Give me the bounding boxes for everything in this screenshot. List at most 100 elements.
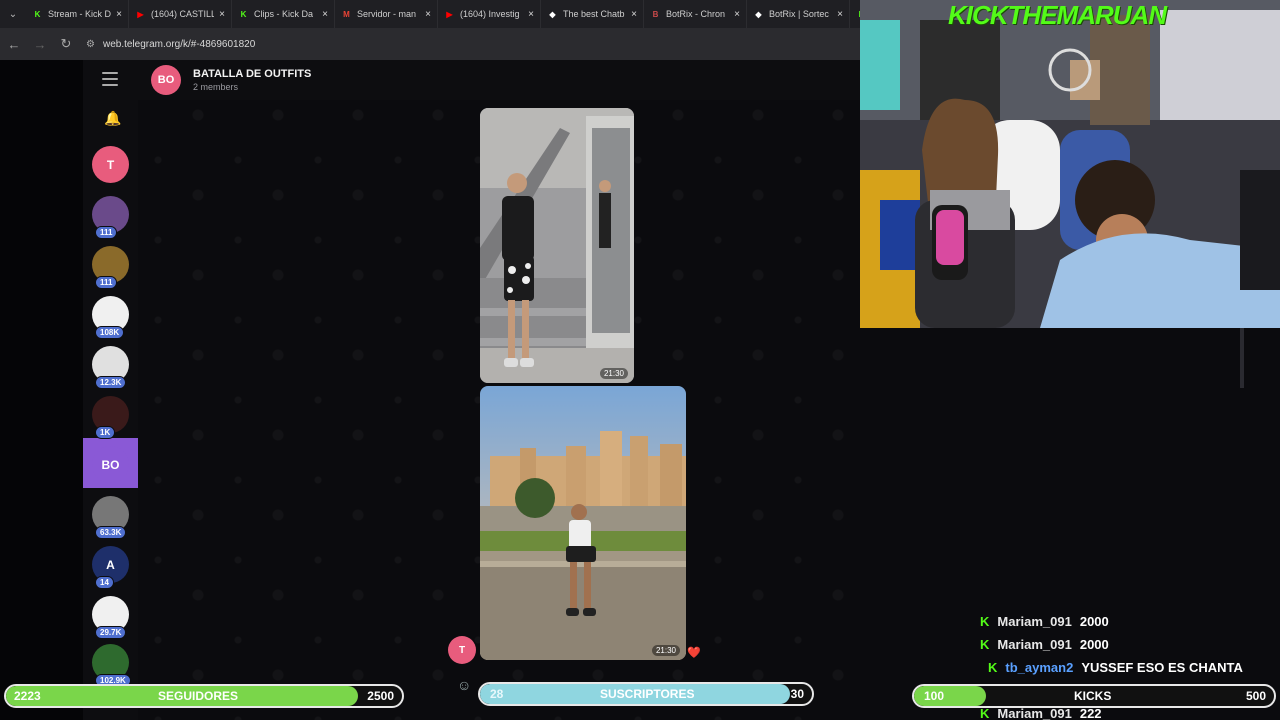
unread-badge: 111 [95,276,118,289]
tab-close-icon[interactable]: × [837,9,843,20]
chat-folder-rail: 🔔 T 111 111 108K 12.3K 1K BO 63.3K A 14 29.7K 102.9… [83,60,138,720]
outfit-photo-stairs [480,108,634,383]
tab-favicon-icon: ▶ [137,9,144,19]
browser-tab[interactable]: B BotRix - Chron × [644,0,747,28]
browser-tab[interactable]: ▶ (1604) Investig × [438,0,541,28]
tab-close-icon[interactable]: × [116,9,122,20]
tab-close-icon[interactable]: × [425,9,431,20]
emoji-icon[interactable]: ☺ [457,677,471,693]
chat-text: 2000 [1079,637,1109,652]
chat-text: 222 [1079,706,1102,720]
outfit-photo-castle [480,386,686,660]
message-time: 21:30 [599,368,628,379]
tab-favicon-icon: M [343,9,350,19]
kick-logo-icon: K [980,706,990,720]
rail-avatar-letter: T [106,157,115,172]
chat-header[interactable]: BO BATALLA DE OUTFITS 2 members [138,60,860,100]
tab-title: Servidor - man [357,9,417,19]
subs-target: 30 [790,687,804,701]
followers-goal-bar: 2223 SEGUIDORES 2500 [4,684,404,708]
browser-tab[interactable]: M Servidor - man × [335,0,438,28]
chat-message: K Mariam_091 2000 [980,633,1280,656]
tab-favicon-icon: ◆ [549,9,556,19]
rail-chat-avatar[interactable]: T [92,146,129,183]
stream-brand: KICKTHEMARUAN [948,0,1167,30]
address-bar: ← → ↻ ⚙ web.telegram.org/k/#-4869601820 [0,28,860,60]
kicks-target: 500 [1245,689,1266,703]
tab-title: BotRix | Sortec [769,9,829,19]
followers-current: 2223 [14,689,41,703]
unread-badge: 14 [95,576,114,589]
subs-goal-bar: 28 SUSCRIPTORES 30 [478,682,814,706]
browser-tab[interactable]: K Stream - Kick D × [26,0,129,28]
webcam-overlay [860,0,1280,328]
url-text: web.telegram.org/k/#-4869601820 [102,38,256,50]
kicks-label: KICKS [1074,689,1112,703]
kick-logo-icon: K [988,660,998,675]
tab-title: The best Chatb [563,9,625,19]
tab-search-icon[interactable]: ⌄ [0,0,26,28]
photo-message[interactable]: 21:30 [480,386,686,660]
reload-icon[interactable]: ↻ [54,32,78,56]
unread-badge: 63.3K [95,526,127,539]
chat-username[interactable]: Mariam_091 [997,706,1071,720]
chat-message: K Mariam_091 2000 [980,610,1280,633]
subs-current: 28 [490,687,504,701]
tab-title: Stream - Kick D [48,9,112,19]
chat-username[interactable]: Mariam_091 [997,637,1071,652]
chat-username[interactable]: tb_ayman2 [1005,660,1073,675]
tab-favicon-icon: ▶ [446,9,453,19]
unread-badge: 1K [95,426,116,439]
unread-badge: 29.7K [95,626,127,639]
chat-username[interactable]: Mariam_091 [997,614,1071,629]
chat-message: Ktb_ayman2 YUSSEF ESO ES CHANTA [988,656,1280,679]
webcam-feed [860,0,1280,328]
subs-label: SUSCRIPTORES [600,687,695,701]
rail-chat-avatar[interactable]: BO [92,446,129,483]
browser-tab[interactable]: ▶ (1604) CASTILL × [129,0,232,28]
tab-favicon-icon: ◆ [755,9,762,19]
url-field[interactable]: ⚙ web.telegram.org/k/#-4869601820 [86,33,255,55]
tab-close-icon[interactable]: × [322,9,328,20]
followers-target: 2500 [367,689,394,703]
browser-tab[interactable]: K Clips - Kick Da × [232,0,335,28]
tab-close-icon[interactable]: × [631,9,637,20]
bell-icon[interactable]: 🔔 [104,110,121,127]
tab-title: (1604) Investig [460,9,520,19]
browser-tab[interactable]: ◆ The best Chatb × [541,0,644,28]
tab-title: (1604) CASTILL [151,9,215,19]
followers-label: SEGUIDORES [158,689,239,703]
tab-favicon-icon: K [34,9,41,19]
message-time: 21:30 [651,645,680,656]
browser-tab[interactable]: ◆ BotRix | Sortec × [747,0,850,28]
forward-icon[interactable]: → [28,32,52,56]
chat-members: 2 members [193,82,239,92]
tab-title: BotRix - Chron [666,9,726,19]
kick-logo-icon: K [980,637,990,652]
chat-panel: BO BATALLA DE OUTFITS 2 members 21:30 21… [138,60,928,720]
kick-logo-icon: K [980,614,990,629]
sender-avatar[interactable]: T [448,636,476,664]
chat-avatar[interactable]: BO [151,65,181,95]
photo-message[interactable]: 21:30 [480,108,634,383]
chat-text: YUSSEF ESO ES CHANTA [1081,660,1243,675]
menu-icon[interactable] [102,72,118,86]
unread-badge: 111 [95,226,118,239]
unread-badge: 108K [95,326,125,339]
chat-title: BATALLA DE OUTFITS [193,68,312,80]
tab-close-icon[interactable]: × [734,9,740,20]
tab-close-icon[interactable]: × [528,9,534,20]
tab-favicon-icon: K [240,9,247,19]
kicks-current: 100 [924,689,945,703]
chat-text: 2000 [1079,614,1109,629]
tab-title: Clips - Kick Da [254,9,314,19]
back-icon[interactable]: ← [2,32,26,56]
rail-avatar-letter: A [106,557,115,572]
left-panel [0,60,83,720]
heart-reaction-icon[interactable]: ❤️ [687,646,701,659]
rail-avatar-letter: BO [101,457,120,472]
kicks-goal-bar: 100 KICKS 500 [912,684,1276,708]
tab-close-icon[interactable]: × [219,9,225,20]
site-info-icon[interactable]: ⚙ [86,39,95,50]
tab-favicon-icon: B [652,9,659,19]
